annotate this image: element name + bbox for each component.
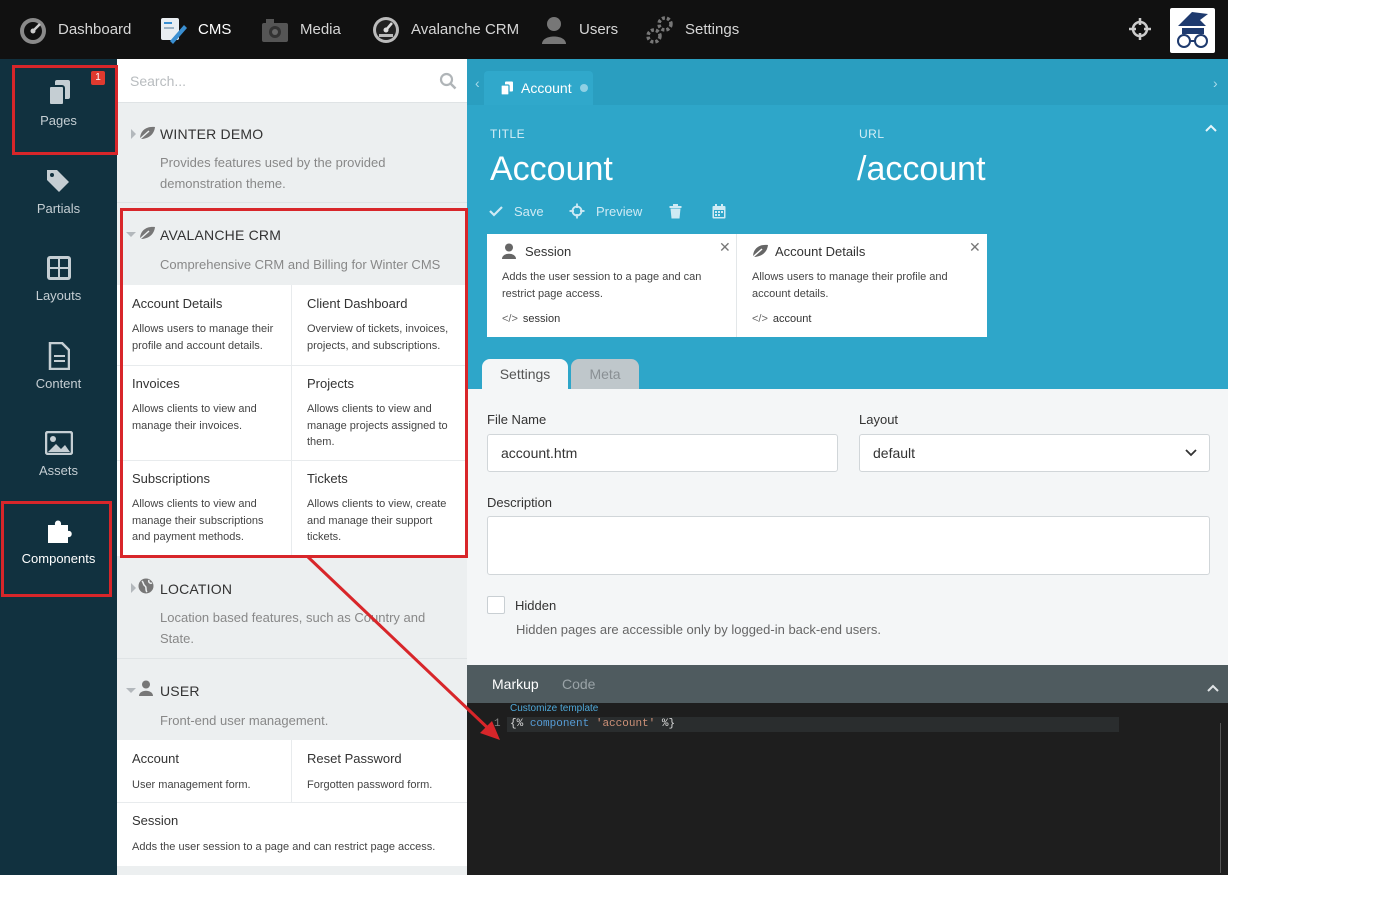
app-window: Dashboard CMS Media Avalanche CRM Users xyxy=(0,0,1228,875)
annotation-arrow xyxy=(306,555,500,740)
